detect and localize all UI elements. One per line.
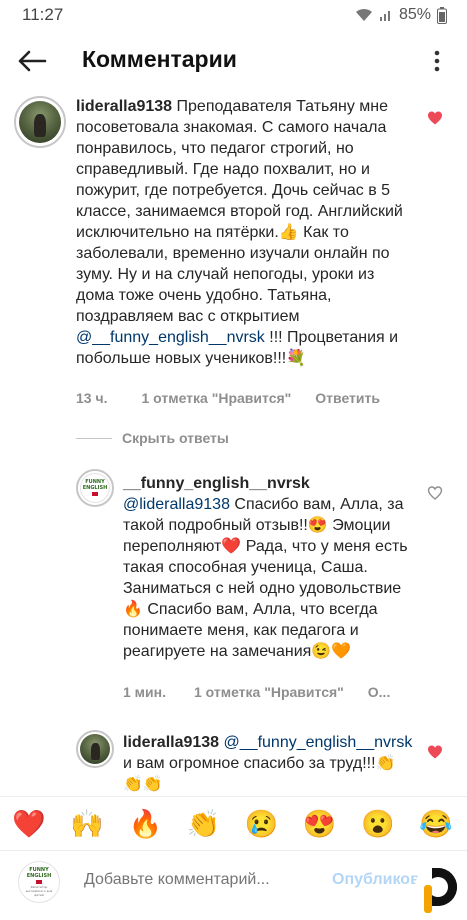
comment-username[interactable]: lideralla9138 <box>123 734 219 751</box>
back-button[interactable] <box>14 44 50 78</box>
comment-username[interactable]: lideralla9138 <box>76 98 172 115</box>
reply-comment: lideralla9138 @__funny_english__nvrsk и … <box>0 728 467 796</box>
wink-heart-emoji: 😉🧡 <box>311 643 352 660</box>
more-vertical-icon <box>434 50 440 72</box>
reply-button[interactable]: Ответить <box>315 390 380 406</box>
heart-eyes-emoji: 😍 <box>307 517 328 534</box>
clapping-emoji-button[interactable]: 👏 <box>186 807 221 841</box>
app-header: Комментарии <box>0 30 467 92</box>
page-title: Комментарии <box>82 46 237 72</box>
reply-comment: FUNNY ENGLISH __funny_english__nvrsk @li… <box>0 465 467 715</box>
surprised-emoji-button[interactable]: 😮 <box>361 807 395 841</box>
status-bar: 11:27 85% <box>0 0 467 30</box>
app-overlay-icon <box>414 865 459 913</box>
flag-icon <box>36 880 42 884</box>
own-avatar: FUNNY ENGLISH Репетитор английского для … <box>18 861 60 903</box>
hide-replies-toggle[interactable]: Скрыть ответы <box>76 430 229 446</box>
battery-icon <box>437 6 447 24</box>
comment-body: lideralla9138 @__funny_english__nvrsk и … <box>123 732 413 795</box>
heart-filled-icon[interactable] <box>427 110 443 126</box>
avatar-photo <box>80 734 110 764</box>
comment-composer: FUNNY ENGLISH Репетитор английского для … <box>0 850 467 920</box>
heart-eyes-emoji-button[interactable]: 😍 <box>303 807 337 841</box>
status-time: 11:27 <box>22 5 64 24</box>
fire-emoji-button[interactable]: 🔥 <box>128 807 162 841</box>
comment-meta: 1 мин. 1 отметка "Нравится" О... <box>123 684 390 700</box>
divider-line <box>76 437 112 439</box>
emoji-reaction-bar: ❤️ 🙌 🔥 👏 😢 😍 😮 😂 <box>0 796 467 850</box>
laughing-emoji-button[interactable]: 😂 <box>419 807 453 841</box>
mention-link[interactable]: @__funny_english__nvrsk <box>224 734 413 751</box>
crying-emoji-button[interactable]: 😢 <box>245 807 279 841</box>
avatar[interactable] <box>14 96 66 148</box>
battery-percent: 85% <box>398 6 431 23</box>
likes-count-link[interactable]: 1 отметка "Нравится" <box>194 684 344 700</box>
comment-meta: 13 ч. 1 отметка "Нравится" Ответить <box>76 390 380 406</box>
comment-time: 13 ч. <box>76 390 108 406</box>
comment-text: и вам огромное спасибо за труд!!! <box>123 755 376 772</box>
heart-outline-icon[interactable] <box>427 485 443 501</box>
red-heart-emoji-button[interactable]: ❤️ <box>12 807 46 841</box>
comment-input[interactable] <box>84 871 314 889</box>
flag-icon <box>92 492 98 496</box>
funny-english-logo: FUNNY ENGLISH <box>80 473 110 503</box>
comment-body: __funny_english__nvrsk @lideralla9138 Сп… <box>123 473 418 662</box>
fire-emoji: 🔥 <box>123 601 143 618</box>
comment: lideralla9138 Преподавателя Татьяну мне … <box>0 92 467 422</box>
mention-link[interactable]: @__funny_english__nvrsk <box>76 329 265 346</box>
thumbs-up-emoji: 👍 <box>278 224 299 241</box>
hide-replies-label: Скрыть ответы <box>122 430 229 446</box>
bouquet-emoji: 💐 <box>286 350 307 367</box>
mention-link[interactable]: @lideralla9138 <box>123 496 230 513</box>
avatar-photo <box>19 101 61 143</box>
comment-time: 1 мин. <box>123 684 166 700</box>
heart-filled-icon[interactable] <box>427 744 443 760</box>
signal-icon <box>379 11 390 21</box>
red-heart-emoji: ❤️ <box>221 538 242 555</box>
comment-text: Преподавателя Татьяну мне посоветовала з… <box>76 98 403 241</box>
reply-button[interactable]: О... <box>368 684 391 700</box>
status-icons: 85% <box>355 6 447 24</box>
avatar[interactable] <box>76 730 114 768</box>
more-options-button[interactable] <box>427 46 447 76</box>
comment-username[interactable]: __funny_english__nvrsk <box>123 475 310 492</box>
avatar[interactable]: FUNNY ENGLISH <box>76 469 114 507</box>
arrow-left-icon <box>18 50 47 72</box>
raising-hands-emoji-button[interactable]: 🙌 <box>70 807 104 841</box>
wifi-icon <box>355 8 372 21</box>
comment-body: lideralla9138 Преподавателя Татьяну мне … <box>76 96 416 369</box>
likes-count-link[interactable]: 1 отметка "Нравится" <box>141 390 291 406</box>
